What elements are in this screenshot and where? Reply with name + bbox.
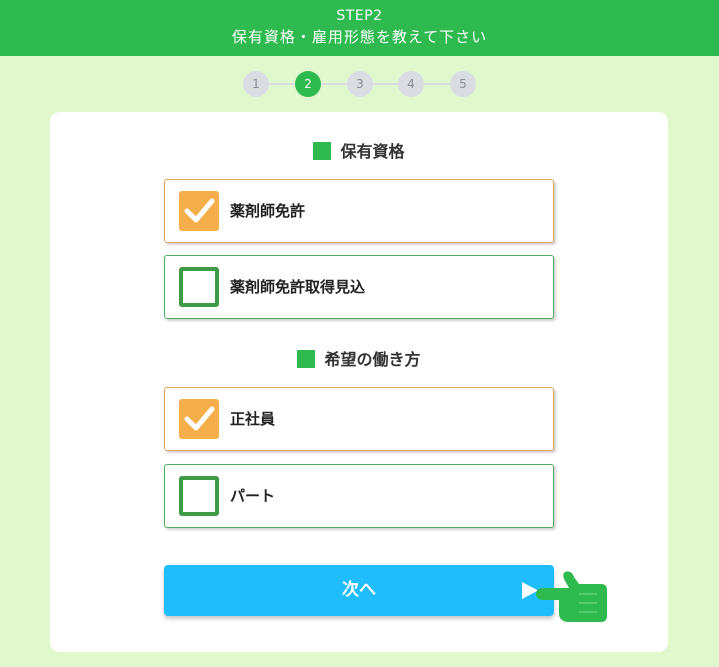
option-pharmacist-license[interactable]: 薬剤師免許 <box>164 179 554 243</box>
checkbox-checked[interactable] <box>179 191 219 231</box>
option-label: 正社員 <box>230 410 276 428</box>
next-button[interactable]: 次へ <box>164 565 554 616</box>
next-button-label: 次へ <box>342 580 376 600</box>
checkbox-checked[interactable] <box>179 399 219 439</box>
option-label: パート <box>230 487 276 505</box>
option-full-time[interactable]: 正社員 <box>164 387 554 451</box>
stepper-step-1: 1 <box>243 71 269 97</box>
option-part-time[interactable]: パート <box>164 464 554 528</box>
section-title-work-style: 希望の働き方 <box>50 350 668 370</box>
step-indicator-text: STEP2 <box>336 8 383 24</box>
stepper-step-2: 2 <box>295 71 321 97</box>
section-marker-icon <box>313 142 332 160</box>
checkmark-icon <box>184 406 215 431</box>
section-title-label: 保有資格 <box>340 142 405 161</box>
checkbox-unchecked[interactable] <box>179 476 219 516</box>
option-label: 薬剤師免許 <box>230 202 306 220</box>
progress-stepper: 1 2 3 4 5 <box>243 71 476 97</box>
section-marker-icon <box>297 350 316 368</box>
section-title-qualifications: 保有資格 <box>50 142 668 162</box>
page-header: STEP2 保有資格・雇用形態を教えて下さい <box>0 0 719 56</box>
stepper-step-5: 5 <box>450 71 476 97</box>
stepper-step-4: 4 <box>398 71 424 97</box>
checkmark-icon <box>184 198 215 223</box>
option-label: 薬剤師免許取得見込 <box>230 278 366 296</box>
pointing-hand-icon <box>536 571 607 622</box>
stepper-step-3: 3 <box>347 71 373 97</box>
option-pharmacist-license-expected[interactable]: 薬剤師免許取得見込 <box>164 255 554 319</box>
section-title-label: 希望の働き方 <box>324 350 421 369</box>
page-title: 保有資格・雇用形態を教えて下さい <box>231 28 488 46</box>
checkbox-unchecked[interactable] <box>179 267 219 307</box>
